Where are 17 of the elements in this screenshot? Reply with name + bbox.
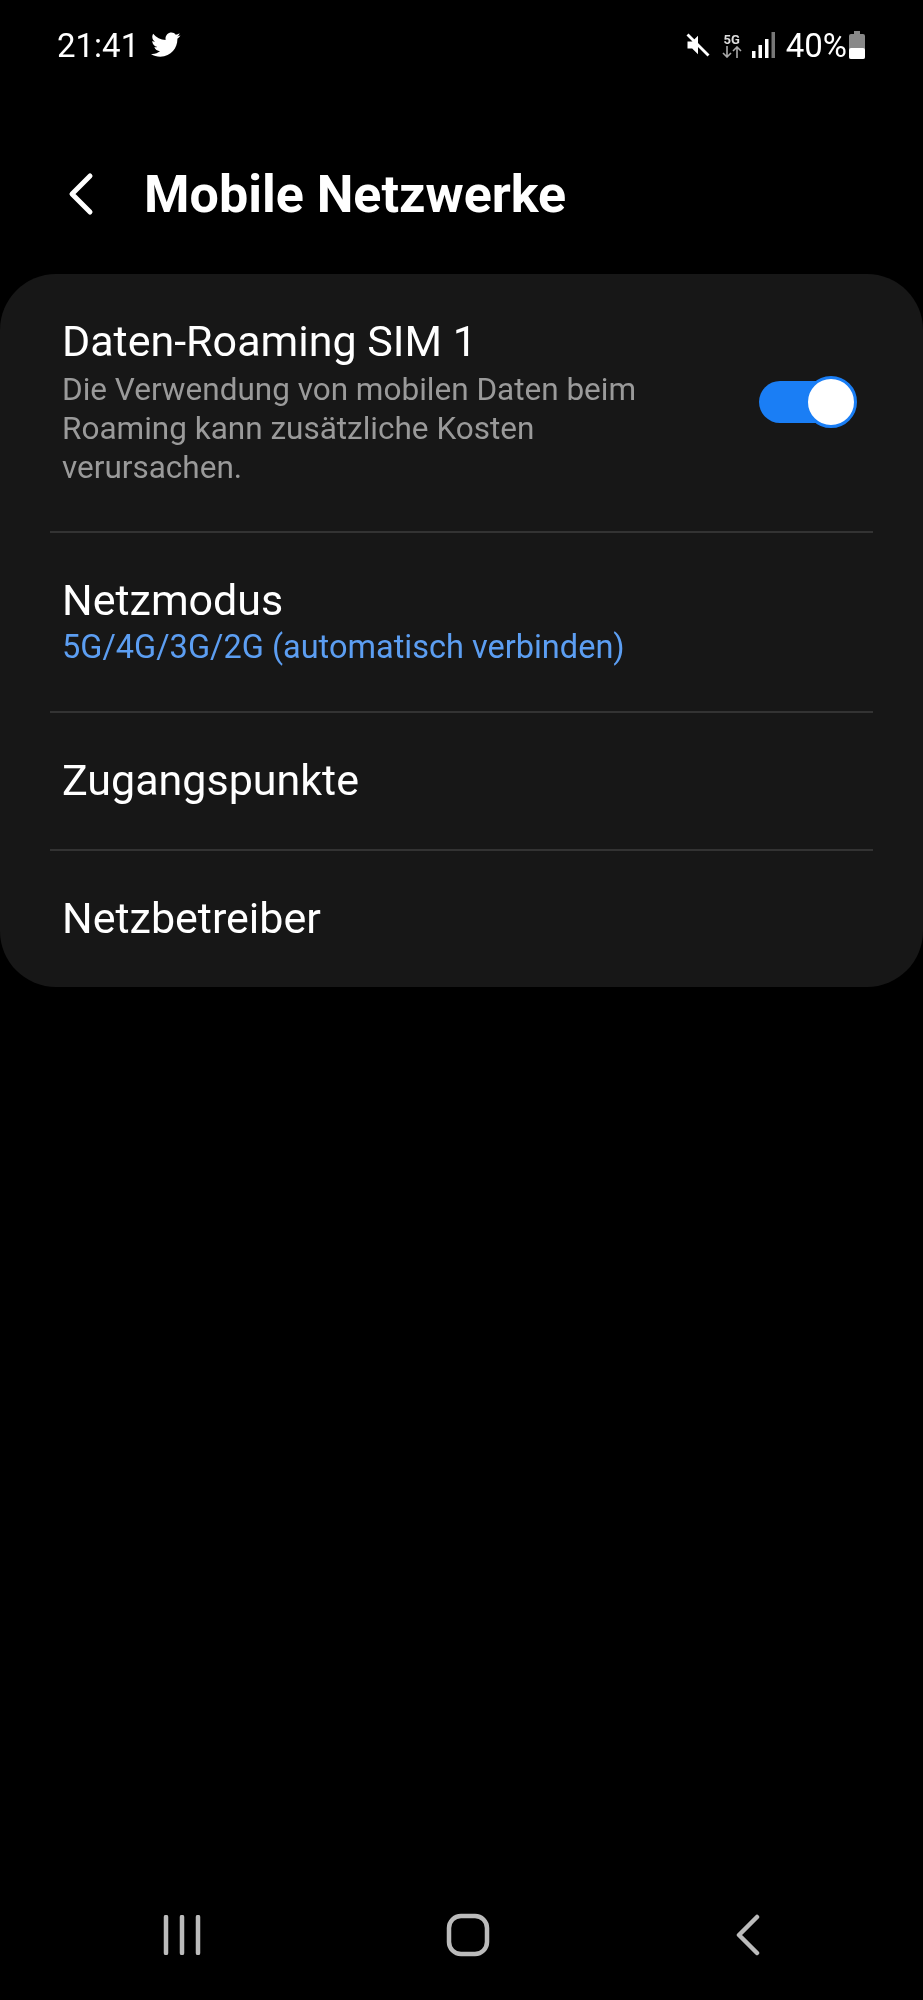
setting-title[interactable]: Zugangspunkte: [62, 755, 861, 805]
toggle-switch[interactable]: [759, 375, 857, 428]
setting-title[interactable]: Netzbetreiber: [62, 893, 861, 943]
setting-title[interactable]: Daten-Roaming SIM 1: [62, 316, 739, 366]
signal-icon: [751, 32, 776, 58]
clock: 21:41: [57, 25, 140, 65]
page-title: Mobile Netzwerke: [144, 163, 567, 225]
network-indicator: 5G: [721, 32, 742, 58]
setting-title[interactable]: Netzmodus: [62, 575, 861, 625]
recent-apps-button[interactable]: [162, 1915, 201, 1955]
battery-percent: 40%: [785, 25, 847, 65]
setting-value: 5G/4G/3G/2G (automatisch verbinden): [62, 627, 626, 667]
setting-description: Die Verwendung von mobilen Daten beim Roaming kann zusätzliche Kosten verursachen.: [62, 370, 638, 487]
back-button[interactable]: [734, 1914, 761, 1956]
home-button[interactable]: [445, 1913, 490, 1957]
bird-icon: [151, 32, 182, 58]
battery-icon: [849, 31, 865, 59]
